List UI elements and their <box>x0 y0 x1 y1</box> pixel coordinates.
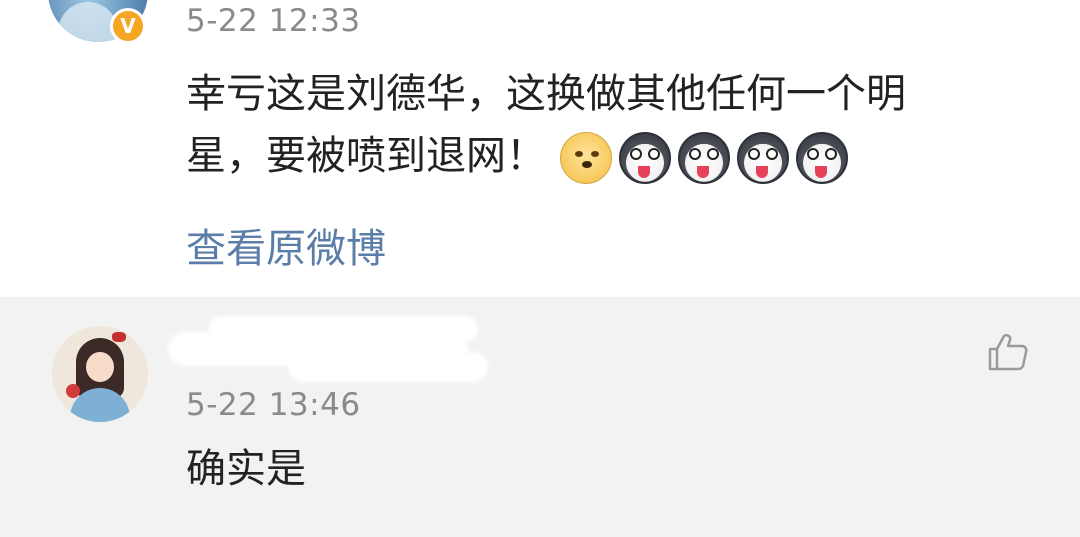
weibo-comment-screen: V 5-22 12:33 幸亏这是刘德华，这换做其他任何一个明 星，要被喷到退网… <box>0 0 1080 537</box>
husky-emoji-icon <box>678 132 730 184</box>
replier-avatar[interactable] <box>52 326 148 422</box>
husky-emoji-icon <box>796 132 848 184</box>
post-text: 幸亏这是刘德华，这换做其他任何一个明 星，要被喷到退网！ <box>186 63 986 187</box>
post-text-line-2-content: 星，要被喷到退网！ <box>186 133 546 179</box>
verified-badge-icon: V <box>110 8 146 44</box>
reply-timestamp: 5-22 13:46 <box>186 387 361 423</box>
replier-username-redacted[interactable] <box>168 312 488 386</box>
view-original-post-link[interactable]: 查看原微博 <box>186 216 386 274</box>
thumbs-up-icon[interactable] <box>986 330 1030 374</box>
original-post-card: V 5-22 12:33 幸亏这是刘德华，这换做其他任何一个明 星，要被喷到退网… <box>0 0 1080 297</box>
husky-emoji-icon <box>737 132 789 184</box>
husky-emoji-icon <box>619 132 671 184</box>
post-text-line-2: 星，要被喷到退网！ <box>186 125 986 187</box>
emoji-row <box>560 132 848 184</box>
post-text-line-1: 幸亏这是刘德华，这换做其他任何一个明 <box>186 71 906 117</box>
post-timestamp: 5-22 12:33 <box>186 3 361 39</box>
reply-text: 确实是 <box>186 446 306 492</box>
doge-emoji-icon <box>560 132 612 184</box>
